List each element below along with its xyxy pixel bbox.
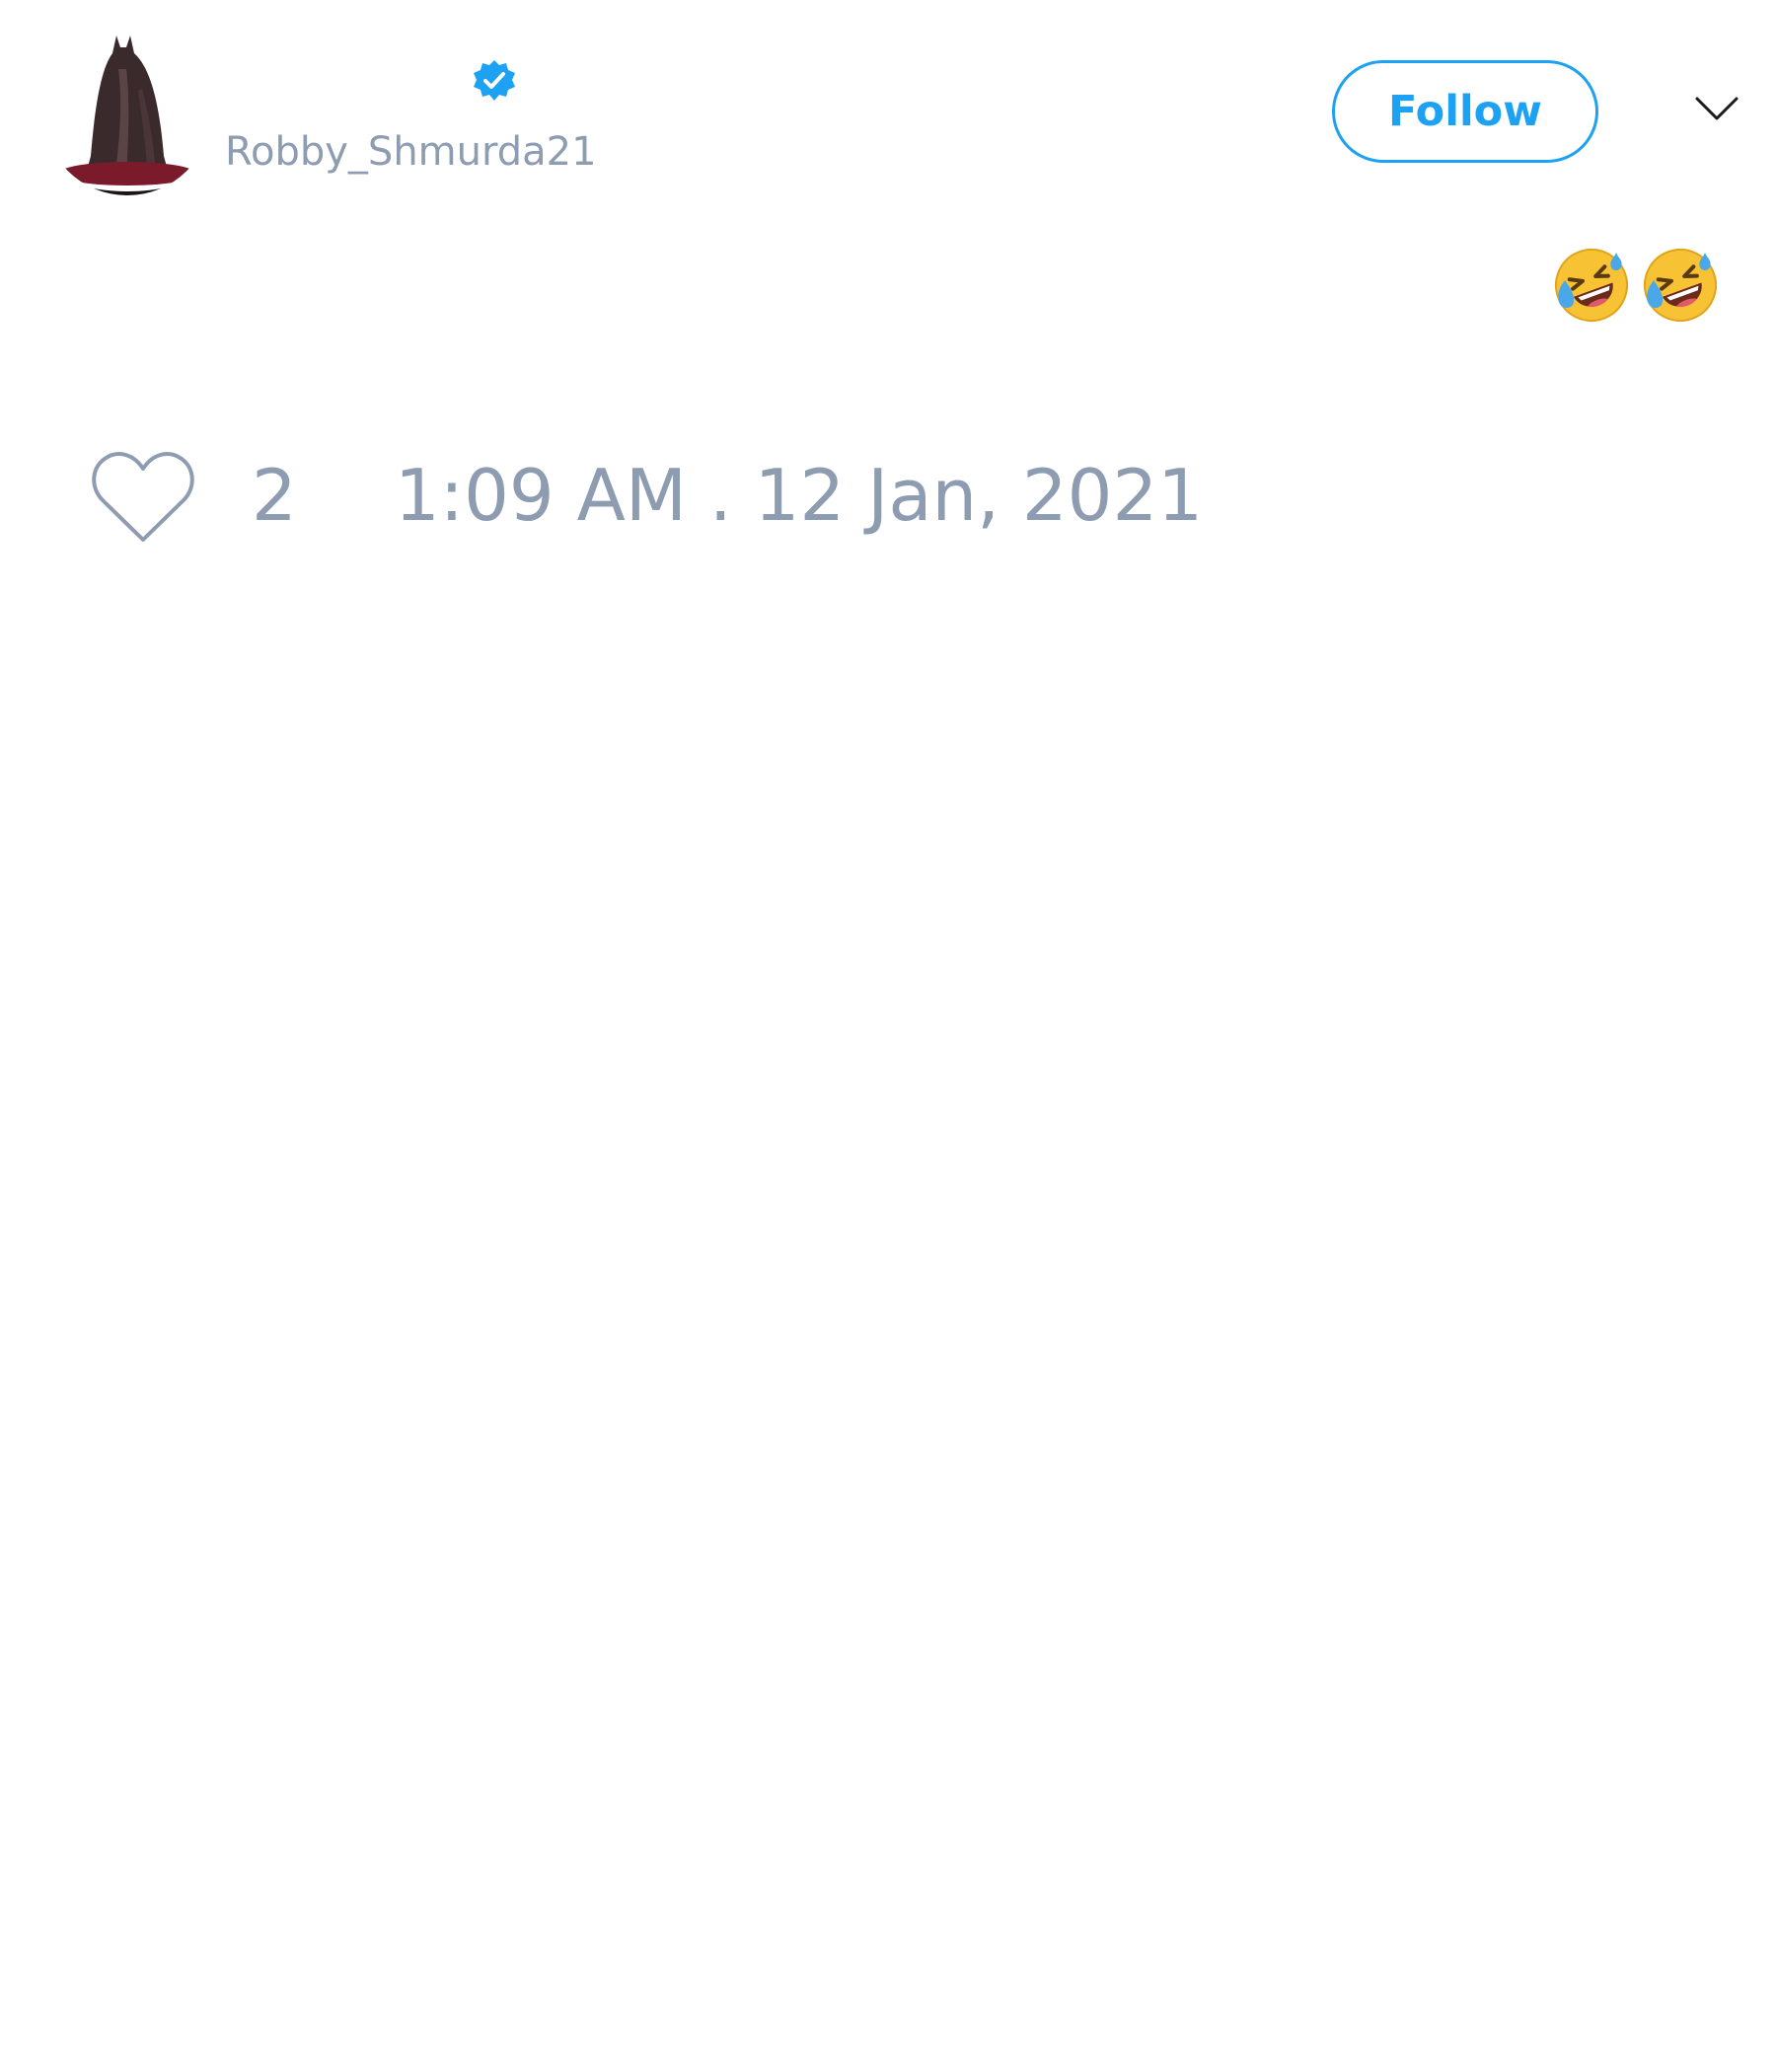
heart-icon[interactable] bbox=[89, 449, 197, 548]
tweet-text bbox=[1553, 247, 1719, 324]
avatar-image bbox=[43, 30, 211, 195]
follow-button[interactable]: Follow bbox=[1332, 60, 1598, 163]
chevron-down-icon[interactable] bbox=[1692, 89, 1741, 128]
verified-badge-icon bbox=[472, 58, 517, 104]
rolling-on-the-floor-laughing-icon bbox=[1553, 247, 1630, 324]
avatar[interactable] bbox=[43, 30, 211, 195]
tweet-timestamp[interactable]: 1:09 AM . 12 Jan, 2021 bbox=[395, 452, 1203, 539]
like-count: 2 bbox=[252, 454, 297, 537]
rolling-on-the-floor-laughing-icon bbox=[1642, 247, 1719, 324]
user-handle[interactable]: Robby_Shmurda21 bbox=[225, 128, 597, 176]
